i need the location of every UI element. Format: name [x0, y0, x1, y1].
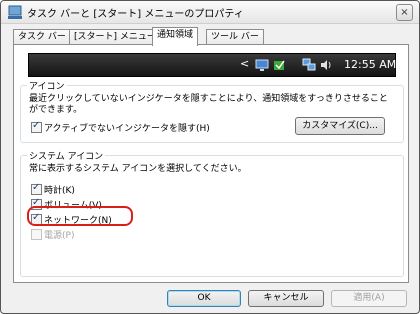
system-icons-group-title: システム アイコン [27, 149, 106, 162]
power-label: 電源(P) [44, 231, 75, 241]
notification-area-preview: < 12:55 AM [28, 53, 396, 77]
hide-inactive-label[interactable]: アクティブでないインジケータを隠す(H) [44, 121, 210, 134]
hide-inactive-checkbox[interactable] [31, 120, 42, 133]
tab-start-menu[interactable]: [スタート] メニュー [69, 29, 161, 45]
icons-group-title: アイコン [27, 79, 67, 92]
apply-button: 適用(A) [331, 290, 407, 307]
icons-group: アイコン 最近クリックしていないインジケータを隠すことにより、通知領域をすっきり… [20, 79, 404, 143]
close-button[interactable]: × [396, 4, 413, 21]
tray-clock: 12:55 AM [344, 58, 397, 71]
system-icons-description: 常に表示するシステム アイコンを選択してください。 [29, 164, 247, 174]
power-checkbox [31, 229, 42, 240]
tab-notification-area[interactable]: 通知領域 [152, 27, 199, 46]
properties-dialog: タスク バーと [スタート] メニューのプロパティ × タスク バー [スタート… [0, 0, 420, 314]
tab-panel: < 12:55 AM アイコン 最近クリックしていないインジケータを隠すことによ… [13, 44, 409, 283]
icons-group-description: 最近クリックしていないインジケータを隠すことにより、通知領域をすっきりさせること… [29, 94, 388, 115]
monitor-icon [255, 59, 269, 71]
taskbar-properties-icon [8, 5, 22, 19]
tab-taskbar[interactable]: タスク バー [13, 29, 71, 45]
volume-icon [274, 60, 285, 70]
speaker-icon [321, 60, 331, 70]
clock-label[interactable]: 時計(K) [44, 183, 75, 196]
network-icon [302, 58, 316, 71]
window-title: タスク バーと [スタート] メニューのプロパティ [27, 9, 244, 20]
clock-checkbox[interactable] [31, 182, 42, 195]
cancel-button[interactable]: キャンセル [248, 290, 324, 307]
tab-toolbars[interactable]: ツール バー [206, 29, 264, 45]
customize-button[interactable]: カスタマイズ(C)... [295, 117, 385, 135]
title-bar[interactable]: タスク バーと [スタート] メニューのプロパティ × [1, 1, 419, 24]
ok-button[interactable]: OK [167, 290, 241, 307]
network-highlight-annotation [27, 206, 133, 226]
tray-expand-arrow: < [240, 57, 250, 70]
